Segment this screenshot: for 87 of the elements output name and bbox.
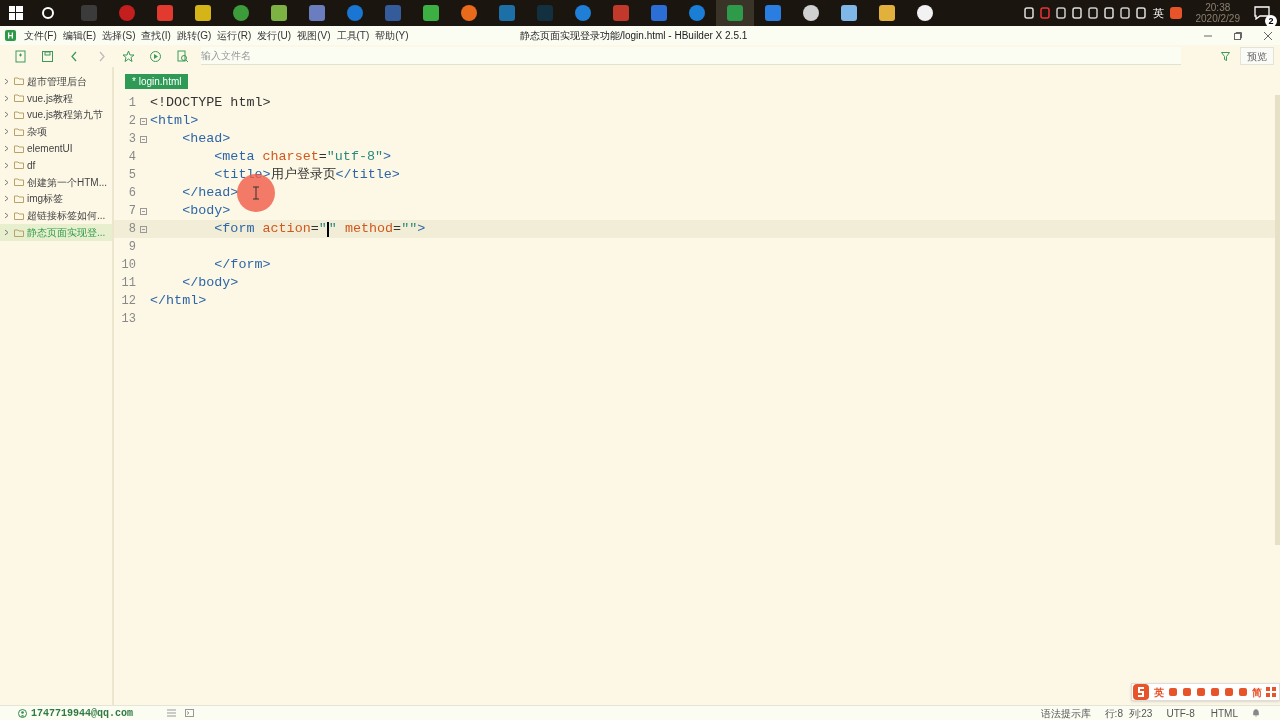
window-title: 静态页面实现登录功能/login.html - HBuilder X 2.5.1 xyxy=(520,29,748,43)
sidebar-item[interactable]: df xyxy=(0,157,112,174)
app-icon[interactable] xyxy=(802,4,820,22)
tray-language[interactable]: 英 xyxy=(1152,4,1164,22)
app-icon[interactable] xyxy=(194,4,212,22)
file-search-icon[interactable] xyxy=(176,49,189,63)
sidebar-item[interactable]: vue.js教程 xyxy=(0,89,112,107)
ime-tray-icon[interactable] xyxy=(1167,5,1184,21)
code-line: </html> xyxy=(150,291,207,310)
file-search-field[interactable]: 输入文件名 xyxy=(201,47,1181,65)
line-number: 7 xyxy=(127,203,136,220)
sidebar-item[interactable]: elementUI xyxy=(0,140,112,157)
menu-item[interactable]: 编辑(E) xyxy=(62,28,97,43)
menu-item[interactable]: 发行(U) xyxy=(257,28,292,43)
fold-toggle-icon[interactable] xyxy=(139,225,147,233)
preview-button[interactable]: 预览 xyxy=(1240,47,1274,65)
app-logo-icon xyxy=(5,30,16,41)
line-number: 3 xyxy=(127,131,136,148)
language-button[interactable]: HTML xyxy=(1210,705,1238,720)
notification-icon[interactable] xyxy=(1254,6,1270,20)
editor-tab[interactable]: * login.html xyxy=(125,74,189,89)
account-icon[interactable] xyxy=(18,708,27,718)
line-number: 9 xyxy=(127,239,136,256)
filter-icon[interactable] xyxy=(1220,51,1230,61)
notification-count: 2 xyxy=(1265,15,1277,27)
line-number: 8 xyxy=(127,221,136,238)
encoding-button[interactable]: UTF-8 xyxy=(1166,705,1195,720)
code-line: </body> xyxy=(181,273,239,292)
menu-item[interactable]: 跳转(G) xyxy=(176,28,212,43)
new-file-icon[interactable] xyxy=(14,49,27,63)
fold-toggle-icon[interactable] xyxy=(139,135,147,143)
line-number: 2 xyxy=(127,113,136,130)
scrollbar[interactable] xyxy=(1275,95,1280,545)
line-number: 11 xyxy=(120,275,136,292)
bell-icon[interactable] xyxy=(1252,709,1260,717)
ime-mode[interactable]: 英 xyxy=(1154,684,1164,700)
windows-start-icon[interactable] xyxy=(8,5,24,21)
line-number: 6 xyxy=(127,185,136,202)
terminal-icon[interactable] xyxy=(185,709,194,717)
menu-item[interactable]: 文件(F) xyxy=(24,28,57,43)
code-line: <!DOCTYPE html> xyxy=(150,93,271,112)
line-number: 12 xyxy=(120,293,136,310)
code-line: <title>用户登录页</title> xyxy=(213,165,400,184)
menu-item[interactable]: 视图(V) xyxy=(297,28,331,43)
line-number: 13 xyxy=(120,311,136,328)
account-email[interactable]: 1747719944@qq.com xyxy=(31,705,167,720)
menu-item[interactable]: 查找(I) xyxy=(141,28,171,43)
text-cursor xyxy=(326,221,329,237)
clock-time: 20:38 xyxy=(1205,2,1231,13)
hint-library-button[interactable]: 语法提示库 xyxy=(1040,705,1091,720)
grid-icon[interactable] xyxy=(1266,687,1276,697)
app-icon[interactable] xyxy=(840,4,858,22)
menu-item[interactable]: 运行(R) xyxy=(217,28,252,43)
line-number: 5 xyxy=(127,167,136,184)
line-number: 1 xyxy=(127,95,136,112)
code-line: <head> xyxy=(181,129,231,148)
code-line: <form action="" method=""> xyxy=(213,219,426,239)
fold-toggle-icon[interactable] xyxy=(139,117,147,125)
line-number: 4 xyxy=(127,149,136,166)
fold-toggle-icon[interactable] xyxy=(139,207,147,215)
star-icon[interactable] xyxy=(122,49,135,63)
sidebar-item[interactable]: vue.js教程第九节 xyxy=(0,106,112,124)
ime-script[interactable]: 简 xyxy=(1252,684,1262,700)
search-icon[interactable] xyxy=(40,5,56,21)
app-icon[interactable] xyxy=(270,4,288,22)
code-line: </form> xyxy=(213,255,271,274)
code-line: <body> xyxy=(181,201,231,220)
sidebar-item[interactable]: 超链接标签如何... xyxy=(0,207,112,225)
sidebar-item[interactable]: 创建第一个HTM... xyxy=(0,173,112,191)
sidebar-item[interactable]: 杂项 xyxy=(0,123,112,141)
code-line: <meta charset="utf-8"> xyxy=(213,147,392,166)
app-icon[interactable] xyxy=(878,4,896,22)
cursor-position: 行:8 列:23 xyxy=(1104,706,1153,720)
run-icon[interactable] xyxy=(149,49,162,63)
menu-item[interactable]: 工具(T) xyxy=(336,28,370,43)
save-icon[interactable] xyxy=(41,49,54,63)
app-icon[interactable] xyxy=(422,4,440,22)
code-line: </head> xyxy=(181,183,239,202)
app-icon[interactable] xyxy=(916,4,934,22)
clock-date: 2020/2/29 xyxy=(1195,13,1240,24)
menu-item[interactable]: 选择(S) xyxy=(102,28,136,43)
menu-item[interactable]: 帮助(Y) xyxy=(375,28,409,43)
ime-logo-icon[interactable] xyxy=(1132,683,1150,701)
sidebar-item[interactable]: img标签 xyxy=(0,190,112,208)
sidebar-item[interactable]: 超市管理后台 xyxy=(0,73,112,90)
code-line: <html> xyxy=(150,111,199,130)
line-number: 10 xyxy=(120,257,136,274)
